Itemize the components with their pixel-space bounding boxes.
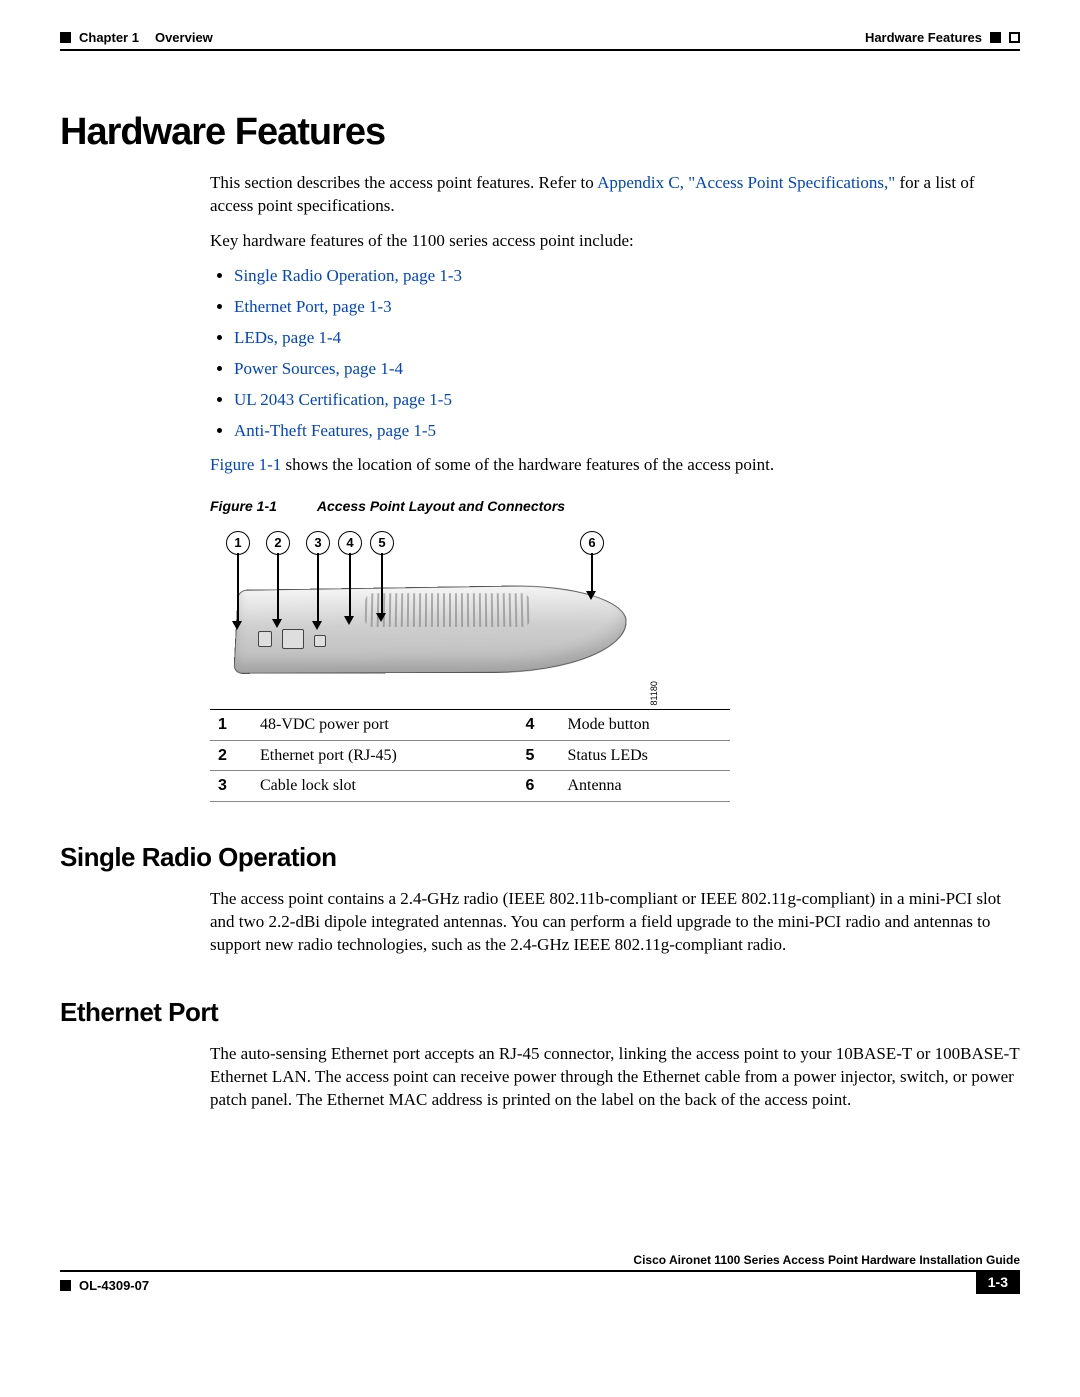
arrowhead-icon (344, 616, 354, 625)
device-figure: 1 2 3 4 5 6 81180 (210, 531, 660, 691)
arrow-icon (381, 553, 383, 615)
figure-reference: Figure 1-1 shows the location of some of… (210, 454, 1020, 477)
callout-6: 6 (580, 531, 604, 555)
page: Chapter 1 Overview Hardware Features Har… (0, 0, 1080, 1330)
cell-label: Mode button (559, 710, 730, 741)
cell-label: 48-VDC power port (252, 710, 517, 741)
arrowhead-icon (376, 613, 386, 622)
cell-number: 1 (210, 710, 252, 741)
list-link[interactable]: Single Radio Operation, page 1-3 (234, 266, 462, 285)
port-icon (258, 631, 272, 647)
list-link[interactable]: UL 2043 Certification, page 1-5 (234, 390, 452, 409)
text: shows the location of some of the hardwa… (281, 455, 774, 474)
arrow-icon (317, 553, 319, 623)
cell-number: 2 (210, 740, 252, 771)
section-label: Hardware Features (865, 30, 982, 45)
arrowhead-icon (586, 591, 596, 600)
section-body: The auto-sensing Ethernet port accepts a… (210, 1043, 1020, 1112)
figure-title: Access Point Layout and Connectors (317, 498, 565, 514)
table-row: 2 Ethernet port (RJ-45) 5 Status LEDs (210, 740, 730, 771)
header-square-outline-icon (1009, 32, 1020, 43)
list-link[interactable]: Ethernet Port, page 1-3 (234, 297, 392, 316)
arrowhead-icon (312, 621, 322, 630)
arrow-icon (277, 553, 279, 621)
header-square-icon (990, 32, 1001, 43)
callout-4: 4 (338, 531, 362, 555)
footer-ol-number: OL-4309-07 (79, 1278, 149, 1293)
callout-1: 1 (226, 531, 250, 555)
key-features-intro: Key hardware features of the 1100 series… (210, 230, 1020, 253)
callout-5: 5 (370, 531, 394, 555)
intro-paragraph: This section describes the access point … (210, 172, 1020, 218)
cell-number: 3 (210, 771, 252, 802)
arrow-icon (237, 553, 239, 623)
cell-label: Status LEDs (559, 740, 730, 771)
callout-3: 3 (306, 531, 330, 555)
arrow-icon (591, 553, 593, 593)
table-row: 3 Cable lock slot 6 Antenna (210, 771, 730, 802)
cell-number: 4 (517, 710, 559, 741)
cell-label: Antenna (559, 771, 730, 802)
device-vents-icon (365, 594, 531, 628)
cell-number: 6 (517, 771, 559, 802)
list-link[interactable]: Power Sources, page 1-4 (234, 359, 403, 378)
callout-2: 2 (266, 531, 290, 555)
arrowhead-icon (232, 621, 242, 630)
page-number: 1-3 (976, 1270, 1020, 1294)
footer-guide-title: Cisco Aironet 1100 Series Access Point H… (60, 1253, 1020, 1270)
text: This section describes the access point … (210, 173, 597, 192)
header-square-icon (60, 32, 71, 43)
cell-label: Ethernet port (RJ-45) (252, 740, 517, 771)
list-link[interactable]: Anti-Theft Features, page 1-5 (234, 421, 436, 440)
page-footer: Cisco Aironet 1100 Series Access Point H… (60, 1253, 1020, 1294)
figure-number: Figure 1-1 (210, 498, 277, 514)
page-title: Hardware Features (60, 111, 1020, 154)
figure-link[interactable]: Figure 1-1 (210, 455, 281, 474)
figure-code: 81180 (648, 681, 660, 705)
list-link[interactable]: LEDs, page 1-4 (234, 328, 341, 347)
table-row: 1 48-VDC power port 4 Mode button (210, 710, 730, 741)
figure-caption: Figure 1-1 Access Point Layout and Connec… (210, 497, 1020, 516)
chapter-label: Chapter 1 (79, 30, 139, 45)
feature-list: Single Radio Operation, page 1-3 Etherne… (210, 265, 1020, 443)
body-content: This section describes the access point … (210, 172, 1020, 802)
port-icon (282, 629, 304, 649)
header-rule (60, 49, 1020, 51)
chapter-title: Overview (155, 30, 213, 45)
section-heading: Single Radio Operation (60, 842, 1020, 873)
port-icon (314, 635, 326, 647)
arrowhead-icon (272, 619, 282, 628)
footer-square-icon (60, 1280, 71, 1291)
section-heading: Ethernet Port (60, 997, 1020, 1028)
running-header: Chapter 1 Overview Hardware Features (60, 30, 1020, 45)
appendix-link[interactable]: Appendix C, "Access Point Specifications… (597, 173, 895, 192)
section-body: The access point contains a 2.4-GHz radi… (210, 888, 1020, 957)
cell-label: Cable lock slot (252, 771, 517, 802)
arrow-icon (349, 553, 351, 618)
callout-table: 1 48-VDC power port 4 Mode button 2 Ethe… (210, 709, 730, 802)
cell-number: 5 (517, 740, 559, 771)
